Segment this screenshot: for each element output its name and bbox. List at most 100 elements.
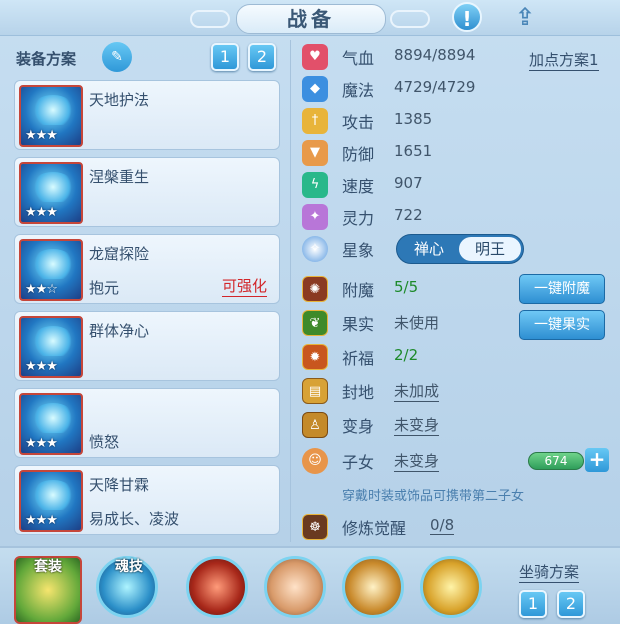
star-rating: ★★★ <box>25 205 58 220</box>
stat-value: 8894/8894 <box>394 46 476 64</box>
row-value: 未使用 <box>394 314 440 332</box>
mount-plan-label[interactable]: 坐骑方案 <box>519 561 580 583</box>
row-fengdi: ▤ 封地 未加成 <box>300 376 610 406</box>
stat-row-hp: ♥ 气血 8894/8894 <box>300 42 610 72</box>
suit-label: 套装 <box>34 559 62 575</box>
one-click-enchant-button[interactable]: 一键附魔 <box>519 274 605 304</box>
equip-icon: ★★★ <box>19 393 83 455</box>
skill-slot-1[interactable] <box>186 556 248 618</box>
equip-item-6[interactable]: ★★★ 天降甘霖 易成长、凌波 <box>14 465 280 535</box>
toggle-option-chanxin[interactable]: 禅心 <box>399 237 459 261</box>
toggle-option-mingwang[interactable]: 明王 <box>459 237 521 261</box>
row-label: 修炼觉醒 <box>342 519 407 538</box>
mount-plan-tab-1[interactable]: 1 <box>519 590 547 618</box>
equip-item-1[interactable]: ★★★ 天地护法 <box>14 80 280 150</box>
equip-item-4[interactable]: ★★★ 群体净心 <box>14 311 280 381</box>
stat-value: 907 <box>394 174 423 192</box>
title-bar: 战备 ! ⇪ <box>0 0 620 36</box>
one-click-fruit-button[interactable]: 一键果实 <box>519 310 605 340</box>
cultivation-icon: ☸ <box>302 514 328 540</box>
info-icon[interactable]: ! <box>452 2 482 32</box>
row-label: 祈福 <box>342 349 375 368</box>
star-sign-toggle[interactable]: 禅心 明王 <box>396 234 524 264</box>
shield-icon: ▼ <box>302 140 328 166</box>
row-xiulian: ☸ 修炼觉醒 0/8 <box>300 512 610 542</box>
stat-value: 722 <box>394 206 423 224</box>
blessing-icon: ✹ <box>302 344 328 370</box>
star-rating: ★★★ <box>25 513 58 528</box>
title-ornament-right <box>390 10 430 28</box>
add-child-button[interactable]: + <box>585 448 609 472</box>
battle-prep-panel: 战备 ! ⇪ 装备方案 ✎ 1 2 ★★★ 天地护法 ★★★ 涅槃重生 ★★☆ … <box>0 0 620 624</box>
speed-icon: ϟ <box>302 172 328 198</box>
equip-name: 涅槃重生 <box>89 168 150 186</box>
row-value[interactable]: 未变身 <box>394 450 440 472</box>
mount-plan-tab-2[interactable]: 2 <box>557 590 585 618</box>
stat-label: 星象 <box>342 241 375 260</box>
equip-icon: ★★☆ <box>19 239 83 301</box>
child-exp-bar: 674 <box>528 452 584 470</box>
equip-icon: ★★★ <box>19 85 83 147</box>
stat-row-spd: ϟ 速度 907 <box>300 170 610 200</box>
enchant-icon: ✺ <box>302 276 328 302</box>
stat-value: 1651 <box>394 142 433 160</box>
row-label: 封地 <box>342 383 375 402</box>
stat-label: 防御 <box>342 145 375 164</box>
equip-plan-tab-2[interactable]: 2 <box>248 43 276 71</box>
child-icon: ☺ <box>302 448 328 474</box>
title-ornament-left <box>190 10 230 28</box>
soul-skill-label: 魂技 <box>115 559 143 575</box>
column-divider <box>290 40 291 542</box>
child-hint-text: 穿戴时装或饰品可携带第二子女 <box>342 489 525 504</box>
row-value[interactable]: 未加成 <box>394 380 440 402</box>
star-sign-icon: ✧ <box>302 236 328 262</box>
row-bianshen: ♙ 变身 未变身 <box>300 410 610 440</box>
skill-slot-3[interactable] <box>342 556 404 618</box>
equip-plan-label: 装备方案 <box>16 50 77 68</box>
stat-label: 攻击 <box>342 113 375 132</box>
skill-slot-2[interactable] <box>264 556 326 618</box>
sword-icon: † <box>302 108 328 134</box>
row-value[interactable]: 0/8 <box>430 516 455 535</box>
spirit-icon: ✦ <box>302 204 328 230</box>
equip-plan-tab-1[interactable]: 1 <box>211 43 239 71</box>
stat-row-def: ▼ 防御 1651 <box>300 138 610 168</box>
stat-label: 速度 <box>342 177 375 196</box>
row-label: 果实 <box>342 315 375 334</box>
stat-label: 灵力 <box>342 209 375 228</box>
stat-label: 气血 <box>342 49 375 68</box>
stat-value: 1385 <box>394 110 433 128</box>
row-label: 子女 <box>342 453 375 472</box>
stat-row-spirit: ✦ 灵力 722 <box>300 202 610 232</box>
mana-icon: ◆ <box>302 76 328 102</box>
row-value: 2/2 <box>394 346 419 364</box>
edit-icon[interactable]: ✎ <box>102 42 132 72</box>
equip-icon: ★★★ <box>19 470 83 532</box>
stat-row-mp: ◆ 魔法 4729/4729 <box>300 74 610 104</box>
equip-name: 天降甘霖 <box>89 476 150 494</box>
equip-item-3[interactable]: ★★☆ 龙窟探险 抱元 可强化 <box>14 234 280 304</box>
row-qifu: ✹ 祈福 2/2 <box>300 342 610 372</box>
equip-name: 群体净心 <box>89 322 150 340</box>
row-label: 附魔 <box>342 281 375 300</box>
row-value[interactable]: 未变身 <box>394 414 440 436</box>
share-icon[interactable]: ⇪ <box>510 2 540 32</box>
star-rating: ★★★ <box>25 359 58 374</box>
star-rating: ★★☆ <box>25 282 58 297</box>
equip-item-5[interactable]: ★★★ 愤怒 <box>14 388 280 458</box>
equip-sub: 易成长、凌波 <box>89 510 180 528</box>
equip-icon: ★★★ <box>19 162 83 224</box>
row-label: 变身 <box>342 417 375 436</box>
equip-item-2[interactable]: ★★★ 涅槃重生 <box>14 157 280 227</box>
equip-sub: 抱元 <box>89 279 120 297</box>
heart-icon: ♥ <box>302 44 328 70</box>
equip-name: 天地护法 <box>89 91 150 109</box>
upgrade-link[interactable]: 可强化 <box>221 275 267 297</box>
skill-slot-4[interactable] <box>420 556 482 618</box>
equip-sub: 愤怒 <box>89 433 120 451</box>
fruit-icon: ❦ <box>302 310 328 336</box>
row-value: 5/5 <box>394 278 419 296</box>
transform-icon: ♙ <box>302 412 328 438</box>
fief-icon: ▤ <box>302 378 328 404</box>
stat-label: 魔法 <box>342 81 375 100</box>
